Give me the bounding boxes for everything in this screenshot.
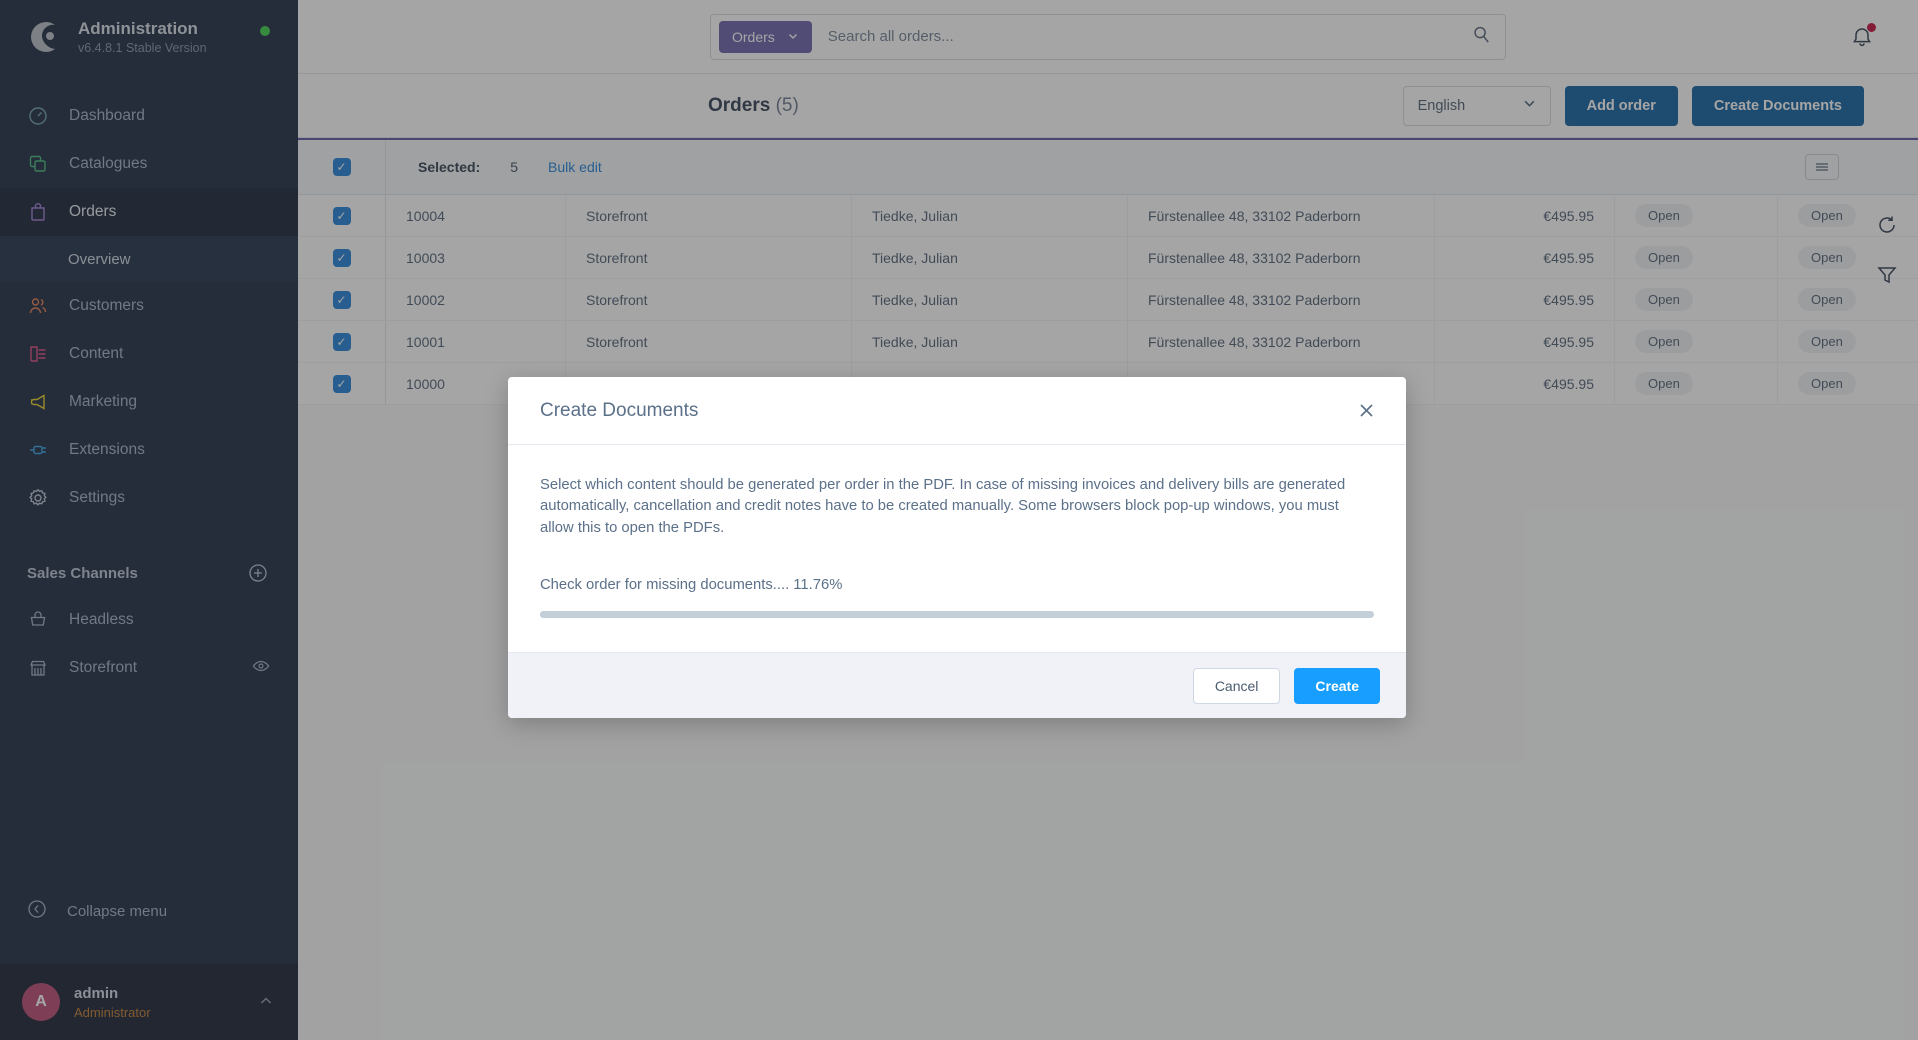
- modal-title: Create Documents: [540, 399, 699, 421]
- close-icon[interactable]: [1352, 397, 1380, 425]
- progress-label: Check order for missing documents.... 11…: [540, 577, 843, 594]
- create-button[interactable]: Create: [1294, 667, 1380, 704]
- progress-bar-fill: [540, 611, 639, 619]
- app-root: Administration v6.4.8.1 Stable Version D…: [0, 0, 1918, 1040]
- modal-header: Create Documents: [508, 377, 1406, 445]
- cancel-button[interactable]: Cancel: [1192, 667, 1281, 704]
- modal-footer: Cancel Create: [508, 652, 1406, 719]
- modal-body: Select which content should be generated…: [508, 445, 1406, 652]
- create-documents-modal: Create Documents Select which content sh…: [508, 377, 1406, 719]
- progress-bar: [540, 611, 1374, 619]
- modal-description: Select which content should be generated…: [540, 477, 1346, 536]
